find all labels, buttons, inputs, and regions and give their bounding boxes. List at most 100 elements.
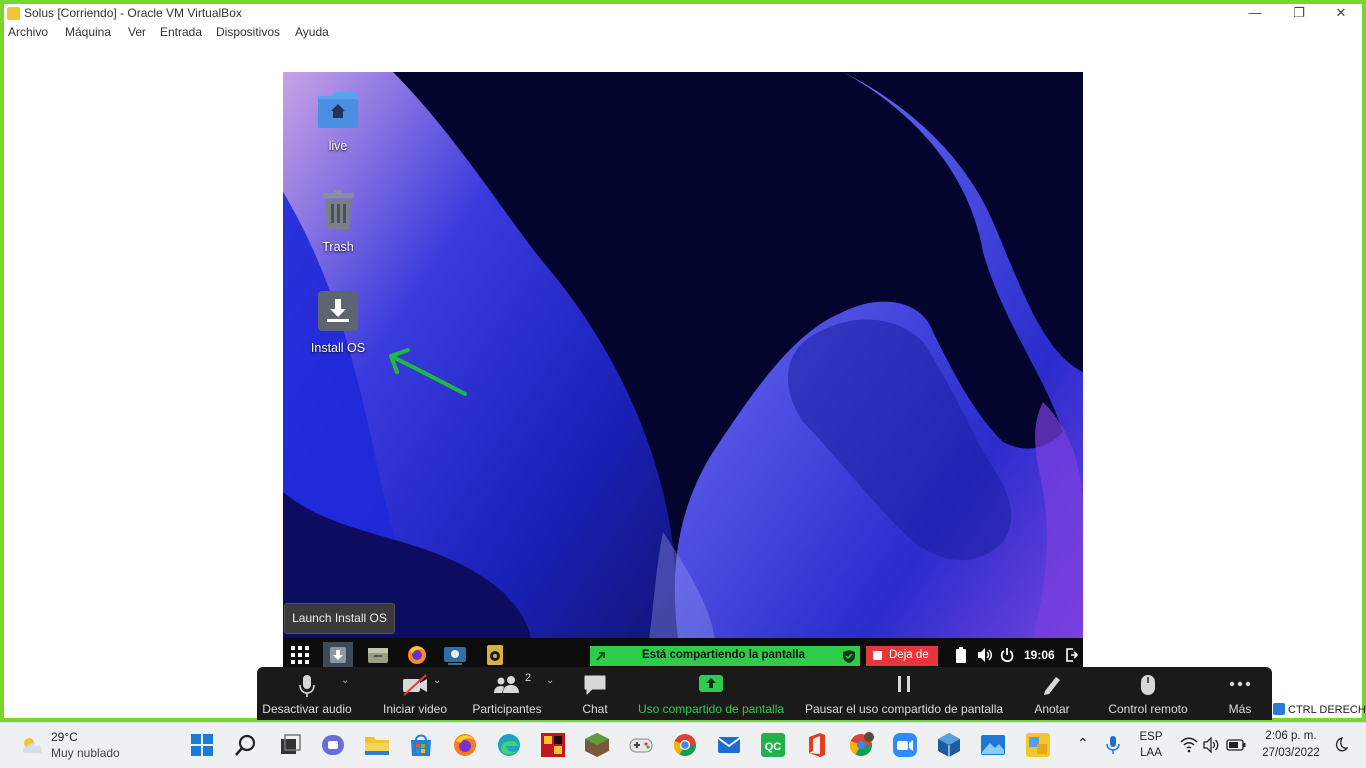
virtualbox-app-icon [7,7,20,20]
close-button[interactable]: ✕ [1318,4,1364,24]
wifi-icon[interactable] [1180,737,1198,753]
panel-media-player[interactable] [440,642,470,668]
firefox-icon[interactable] [452,732,478,758]
guest-screen[interactable]: live Trash Install OS Launch Install OS [283,72,1083,672]
start-icon[interactable] [189,732,215,758]
files-icon [368,648,388,663]
qc-icon[interactable]: QC [760,732,786,758]
office-icon[interactable] [804,732,830,758]
panel-speaker-app[interactable] [480,642,510,668]
stop-share-button[interactable]: Deja de [866,646,938,666]
annotate-button[interactable]: Anotar [1022,667,1082,720]
desktop-icon-trash[interactable]: Trash [288,189,388,254]
input-language[interactable]: ESP [1138,731,1164,743]
screen-share-banner: Está compartiendo la pantalla [590,646,860,666]
grid-icon [291,646,309,664]
share-status-text: Está compartiendo la pantalla [642,649,805,661]
mute-audio-label: Desactivar audio [262,702,352,716]
window-title: Solus [Corriendo] - Oracle VM VirtualBox [24,6,242,20]
weather-cloud-icon[interactable] [20,734,46,756]
volume-icon[interactable] [1203,737,1221,753]
menu-dispositivos[interactable]: Dispositivos [216,25,280,39]
pencil-icon [1044,677,1060,695]
video-options-caret[interactable]: ⌄ [433,675,441,686]
clipboard-icon[interactable] [955,647,967,663]
zoom-icon[interactable] [892,732,918,758]
chat-label: Chat [582,702,608,716]
audio-options-caret[interactable]: ⌄ [341,675,349,686]
stop-share-label: Deja de [889,649,929,661]
mute-audio-button[interactable]: ⌄ Desactivar audio [257,667,357,720]
desktop-label-live: live [328,139,348,153]
power-icon[interactable] [1000,648,1014,662]
virtualbox-icon[interactable] [936,732,962,758]
home-folder-icon [318,92,358,128]
desktop-label-install-os: Install OS [310,341,366,355]
photos-icon[interactable] [980,732,1006,758]
panel-firefox[interactable] [402,642,432,668]
share-screen-button[interactable]: Uso compartido de pantalla [635,667,787,720]
search-icon[interactable] [233,732,259,758]
mouse-icon [1141,675,1155,695]
edge-icon[interactable] [496,732,522,758]
svg-text:QC: QC [765,741,782,753]
tray-overflow-chevron[interactable]: ⌃ [1077,735,1089,752]
desktop-icon-live[interactable]: live [288,90,388,153]
weather-temp[interactable]: 29°C [51,730,78,744]
volume-icon[interactable] [977,647,993,663]
menu-ver[interactable]: Ver [128,25,146,39]
file-explorer-icon[interactable] [364,732,390,758]
more-label: Más [1228,702,1252,716]
guest-clock: 19:06 [1024,648,1055,662]
minecraft-icon[interactable] [584,732,610,758]
controller-icon[interactable] [628,732,654,758]
share-screen-icon [699,675,723,692]
panel-files[interactable] [363,642,393,668]
chat-button[interactable]: Chat [565,667,625,720]
participants-icon [494,676,519,693]
participants-button[interactable]: 2 ⌄ Participantes [462,667,554,720]
weather-desc[interactable]: Muy nublado [51,746,120,760]
host-key-indicator: CTRL DERECHA [1273,703,1366,716]
mail-icon[interactable] [716,732,742,758]
battery-icon[interactable] [1226,739,1246,751]
chrome-icon[interactable] [672,732,698,758]
pause-icon [898,676,910,692]
more-button[interactable]: Más [1215,667,1265,720]
app-menu-button[interactable] [285,642,315,668]
store-icon[interactable] [408,732,434,758]
menu-entrada[interactable]: Entrada [160,25,202,39]
host-key-icon [1273,703,1285,715]
vm-icon[interactable] [1025,732,1051,758]
pause-share-button[interactable]: Pausar el uso compartido de pantalla [802,667,1006,720]
desktop-icon-install-os[interactable]: Install OS [288,290,388,355]
zoom-meeting-toolbar: ⌄ Desactivar audio ⌄ Iniciar video 2 ⌄ P… [257,667,1272,720]
task-view-icon[interactable] [277,732,303,758]
microphone-icon[interactable] [1106,735,1120,755]
panel-install-os[interactable] [323,642,353,668]
speaker-icon [487,645,503,665]
host-key-label: CTRL DERECHA [1288,704,1366,716]
shield-icon [843,650,855,663]
app-icon[interactable] [540,732,566,758]
focus-moon-icon[interactable] [1332,737,1348,753]
start-video-button[interactable]: ⌄ Iniciar video [365,667,465,720]
teams-icon[interactable] [320,732,346,758]
logout-icon[interactable] [1066,648,1078,662]
keyboard-layout[interactable]: LAA [1138,747,1164,759]
desktop-label-trash: Trash [322,240,354,254]
install-icon [330,647,346,663]
minimize-button[interactable]: — [1232,4,1278,24]
install-icon [318,291,358,331]
taskbar-time[interactable]: 2:06 p. m. [1258,730,1324,742]
maximize-button[interactable]: ❐ [1276,4,1322,24]
menu-maquina[interactable]: Máquina [65,25,111,39]
chrome-profile-icon[interactable] [848,732,874,758]
menu-archivo[interactable]: Archivo [8,25,48,39]
menu-ayuda[interactable]: Ayuda [295,25,329,39]
start-video-label: Iniciar video [382,702,448,716]
remote-control-button[interactable]: Control remoto [1102,667,1194,720]
annotate-label: Anotar [1034,702,1070,716]
participants-options-caret[interactable]: ⌄ [546,675,554,686]
taskbar-date[interactable]: 27/03/2022 [1256,747,1326,759]
